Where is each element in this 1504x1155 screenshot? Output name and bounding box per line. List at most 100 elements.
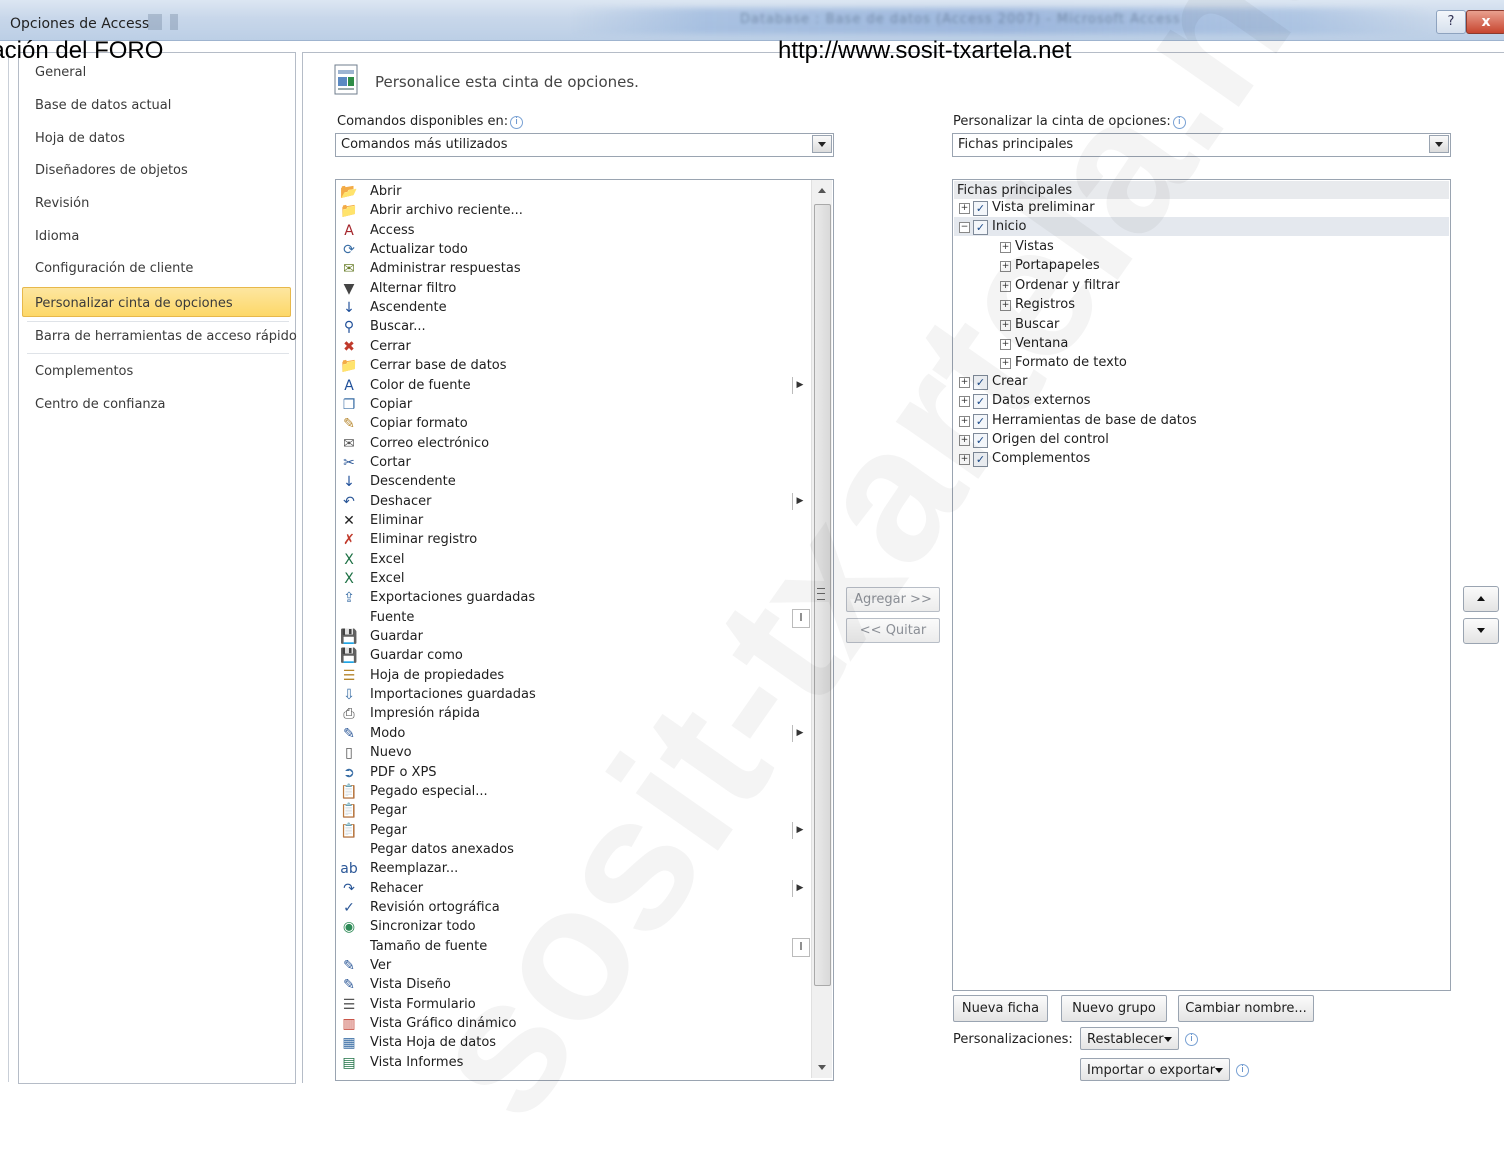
- remove-button[interactable]: << Quitar: [846, 618, 940, 643]
- command-list-item[interactable]: Tamaño de fuente I: [336, 937, 811, 957]
- tab-checkbox[interactable]: ✓: [973, 433, 988, 448]
- new-group-button[interactable]: Nuevo grupo: [1061, 995, 1167, 1022]
- command-list-item[interactable]: X Excel: [336, 551, 811, 570]
- command-list-item[interactable]: Fuente I: [336, 608, 811, 628]
- command-list-item[interactable]: ab Reemplazar...: [336, 860, 811, 879]
- command-list-item[interactable]: 📂 Abrir: [336, 183, 811, 202]
- command-list-item[interactable]: ▦ Vista Hoja de datos: [336, 1034, 811, 1053]
- command-list-item[interactable]: ✖ Cerrar: [336, 338, 811, 357]
- scroll-down-icon[interactable]: [812, 1058, 832, 1078]
- command-list-item[interactable]: ⎙ Impresión rápida: [336, 705, 811, 724]
- sidebar-item-current-database[interactable]: Base de datos actual: [35, 98, 171, 113]
- command-list-item[interactable]: ◉ Sincronizar todo: [336, 918, 811, 937]
- sidebar-item-datasheet[interactable]: Hoja de datos: [35, 131, 125, 146]
- command-list-item[interactable]: ↶ Deshacer ▶: [336, 492, 811, 512]
- command-list-item[interactable]: ✗ Eliminar registro: [336, 531, 811, 550]
- expand-icon[interactable]: +: [1000, 281, 1011, 292]
- command-list-item[interactable]: 📋 Pegar ▶: [336, 821, 811, 841]
- expand-icon[interactable]: +: [1000, 320, 1011, 331]
- sidebar-item-quick-access-toolbar[interactable]: Barra de herramientas de acceso rápido: [35, 329, 297, 344]
- command-list-item[interactable]: ☰ Vista Formulario: [336, 996, 811, 1015]
- help-button[interactable]: ?: [1436, 10, 1466, 34]
- expand-icon[interactable]: +: [959, 416, 970, 427]
- chevron-down-icon[interactable]: [1429, 135, 1449, 153]
- command-list-item[interactable]: ✕ Eliminar: [336, 512, 811, 531]
- command-list-item[interactable]: ▤ Vista Informes: [336, 1054, 811, 1073]
- command-list-item[interactable]: ▯ Nuevo: [336, 744, 811, 763]
- sidebar-item-language[interactable]: Idioma: [35, 229, 79, 244]
- expand-icon[interactable]: +: [959, 203, 970, 214]
- command-list-item[interactable]: 📋 Pegado especial...: [336, 783, 811, 802]
- command-list-item[interactable]: ✂ Cortar: [336, 454, 811, 473]
- chevron-down-icon[interactable]: [812, 135, 832, 153]
- command-list-item[interactable]: ↓ Descendente: [336, 473, 811, 492]
- command-list-item[interactable]: ❐ Copiar: [336, 396, 811, 415]
- command-list-item[interactable]: ✉ Administrar respuestas: [336, 260, 811, 279]
- ribbon-tree[interactable]: Fichas principales + ✓ Vista preliminar − ✓ I…: [952, 179, 1451, 991]
- commands-list[interactable]: 📂 Abrir 📁 Abrir archivo reciente... A Access ⟳…: [335, 179, 834, 1081]
- command-list-item[interactable]: ▥ Vista Gráfico dinámico: [336, 1015, 811, 1034]
- forum-url[interactable]: http://www.sosit-txartela.net: [778, 37, 1071, 65]
- sidebar-item-client-settings[interactable]: Configuración de cliente: [35, 261, 193, 276]
- command-list-item[interactable]: 💾 Guardar: [336, 628, 811, 647]
- expand-icon[interactable]: +: [1000, 242, 1011, 253]
- expand-icon[interactable]: +: [1000, 261, 1011, 272]
- sidebar-item-proofing[interactable]: Revisión: [35, 196, 89, 211]
- command-list-item[interactable]: ✎ Vista Diseño: [336, 976, 811, 995]
- expand-icon[interactable]: +: [959, 454, 970, 465]
- add-button[interactable]: Agregar >>: [846, 587, 940, 612]
- commands-source-select[interactable]: Comandos más utilizados: [335, 133, 834, 157]
- command-list-item[interactable]: ➲ PDF o XPS: [336, 764, 811, 783]
- command-list-item[interactable]: ✎ Ver: [336, 957, 811, 976]
- rename-button[interactable]: Cambiar nombre...: [1178, 995, 1314, 1022]
- command-list-item[interactable]: X Excel: [336, 570, 811, 589]
- sidebar-item-object-designers[interactable]: Diseñadores de objetos: [35, 163, 188, 178]
- move-up-button[interactable]: [1463, 586, 1499, 612]
- import-export-dropdown[interactable]: Importar o exportar: [1080, 1058, 1230, 1081]
- tab-checkbox[interactable]: ✓: [973, 394, 988, 409]
- customize-ribbon-label: Personalizar la cinta de opciones: i: [953, 114, 1186, 129]
- command-list-item[interactable]: ✎ Modo ▶: [336, 724, 811, 744]
- tab-checkbox[interactable]: ✓: [973, 375, 988, 390]
- tab-checkbox[interactable]: ✓: [973, 201, 988, 216]
- close-button[interactable]: x: [1466, 10, 1504, 34]
- command-list-item[interactable]: ✓ Revisión ortográfica: [336, 899, 811, 918]
- command-list-item[interactable]: ↷ Rehacer ▶: [336, 879, 811, 899]
- expand-icon[interactable]: +: [1000, 339, 1011, 350]
- expand-icon[interactable]: +: [1000, 300, 1011, 311]
- command-list-item[interactable]: ⚲ Buscar...: [336, 318, 811, 337]
- commands-scrollbar[interactable]: [811, 180, 832, 1078]
- tab-checkbox[interactable]: ✓: [973, 220, 988, 235]
- command-list-item[interactable]: A Color de fuente ▶: [336, 376, 811, 396]
- expand-icon[interactable]: +: [959, 435, 970, 446]
- ribbon-tabs-select[interactable]: Fichas principales: [952, 133, 1451, 157]
- command-list-item[interactable]: ⇩ Importaciones guardadas: [336, 686, 811, 705]
- command-list-item[interactable]: ↓ Ascendente: [336, 299, 811, 318]
- new-tab-button[interactable]: Nueva ficha: [953, 995, 1048, 1022]
- command-list-item[interactable]: 📁 Abrir archivo reciente...: [336, 202, 811, 221]
- expand-icon[interactable]: +: [959, 396, 970, 407]
- command-list-item[interactable]: A Access: [336, 222, 811, 241]
- command-list-item[interactable]: 📁 Cerrar base de datos: [336, 357, 811, 376]
- tab-checkbox[interactable]: ✓: [973, 452, 988, 467]
- command-list-item[interactable]: ✉ Correo electrónico: [336, 435, 811, 454]
- sidebar-item-general[interactable]: General: [35, 65, 86, 80]
- move-down-button[interactable]: [1463, 618, 1499, 644]
- command-list-item[interactable]: ✎ Copiar formato: [336, 415, 811, 434]
- expand-icon[interactable]: +: [959, 377, 970, 388]
- command-list-item[interactable]: 📋 Pegar: [336, 802, 811, 821]
- command-list-item[interactable]: 💾 Guardar como: [336, 647, 811, 666]
- command-list-item[interactable]: Pegar datos anexados: [336, 841, 811, 860]
- sidebar-item-customize-ribbon[interactable]: Personalizar cinta de opciones: [35, 296, 233, 311]
- collapse-icon[interactable]: −: [959, 222, 970, 233]
- command-list-item[interactable]: ☰ Hoja de propiedades: [336, 667, 811, 686]
- tab-checkbox[interactable]: ✓: [973, 414, 988, 429]
- command-list-item[interactable]: ⟳ Actualizar todo: [336, 241, 811, 260]
- sidebar-item-add-ins[interactable]: Complementos: [35, 364, 133, 379]
- sidebar-item-trust-center[interactable]: Centro de confianza: [35, 397, 165, 412]
- command-list-item[interactable]: ⇪ Exportaciones guardadas: [336, 589, 811, 608]
- command-list-item[interactable]: ▼ Alternar filtro: [336, 280, 811, 299]
- scroll-up-icon[interactable]: [812, 180, 832, 200]
- reset-dropdown[interactable]: Restablecer: [1080, 1027, 1179, 1050]
- expand-icon[interactable]: +: [1000, 358, 1011, 369]
